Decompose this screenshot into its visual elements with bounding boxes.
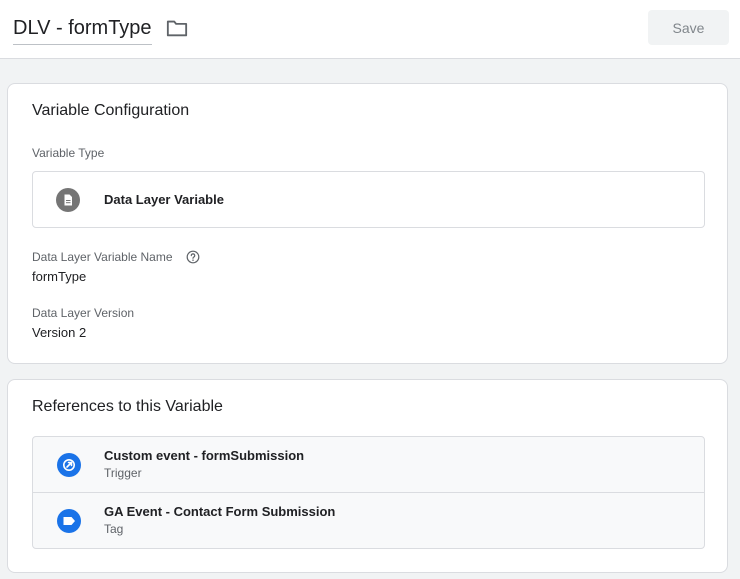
card-title: Variable Configuration [32, 102, 190, 119]
version-value: Version 2 [32, 325, 87, 340]
variable-title[interactable]: DLV - formType [13, 17, 152, 39]
save-button[interactable]: Save [648, 10, 729, 45]
references-title: References to this Variable [32, 398, 223, 415]
title-field[interactable]: DLV - formType [13, 14, 152, 45]
variable-configuration-card: Variable Configuration Variable Type Dat… [7, 83, 728, 364]
dlv-name-label: Data Layer Variable Name [32, 250, 173, 264]
help-icon[interactable] [186, 250, 200, 264]
references-list: Custom event - formSubmission Trigger GA… [32, 436, 705, 549]
variable-type-name: Data Layer Variable [104, 192, 224, 207]
tag-icon [57, 509, 81, 533]
reference-name: Custom event - formSubmission [104, 448, 305, 463]
reference-type: Trigger [104, 466, 142, 480]
references-card: References to this Variable Custom event… [7, 379, 728, 573]
reference-type: Tag [104, 522, 124, 536]
dlv-name-value: formType [32, 269, 87, 284]
variable-type-label: Variable Type [32, 146, 105, 160]
trigger-icon [57, 453, 81, 477]
variable-type-selector[interactable]: Data Layer Variable [32, 171, 705, 228]
reference-item-tag[interactable]: GA Event - Contact Form Submission Tag [33, 493, 704, 548]
folder-icon[interactable] [166, 18, 188, 38]
version-label: Data Layer Version [32, 306, 135, 320]
document-icon [56, 188, 80, 212]
reference-name: GA Event - Contact Form Submission [104, 504, 336, 519]
top-bar: DLV - formType Save [0, 0, 740, 59]
dlv-name-label-row: Data Layer Variable Name [32, 250, 232, 264]
reference-item-trigger[interactable]: Custom event - formSubmission Trigger [33, 437, 704, 493]
